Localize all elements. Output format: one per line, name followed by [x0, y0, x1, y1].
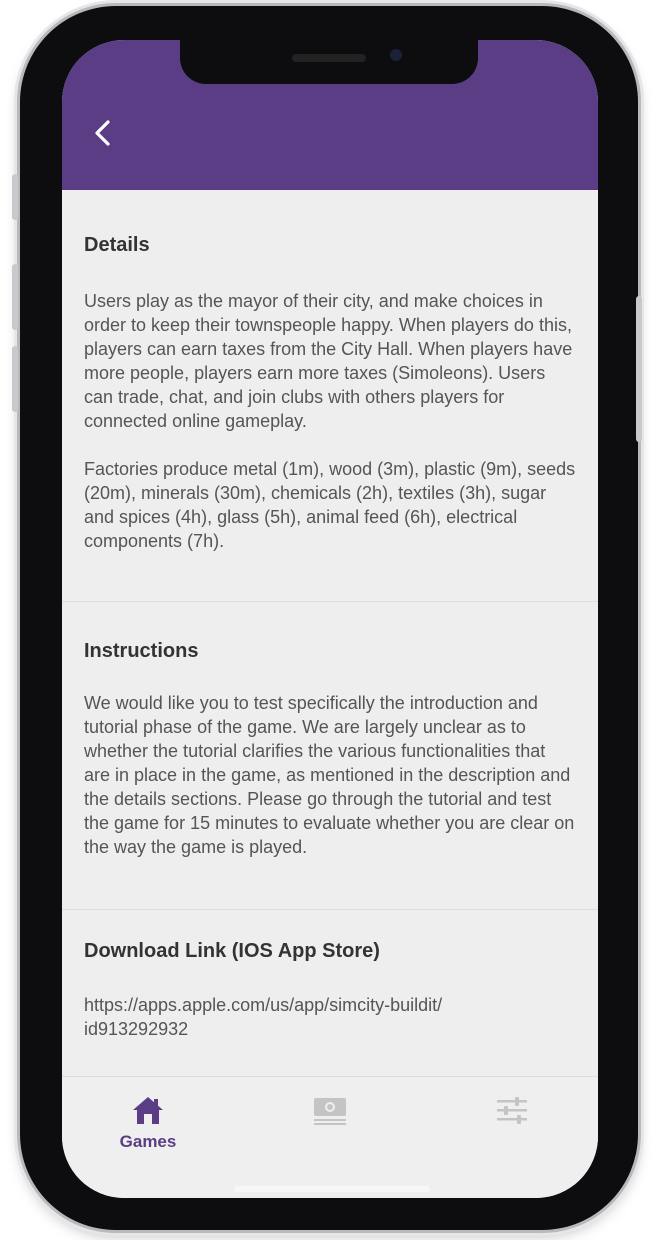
- instructions-section: Instructions We would like you to test s…: [62, 602, 598, 910]
- home-indicator[interactable]: [234, 1186, 430, 1192]
- tab-games[interactable]: Games: [88, 1095, 208, 1155]
- details-paragraph-2: Factories produce metal (1m), wood (3m),…: [84, 459, 576, 551]
- download-link-line-1: https://apps.apple.com/us/app/simcity-bu…: [84, 995, 443, 1015]
- instructions-text: We would like you to test specifically t…: [84, 693, 575, 857]
- home-icon: [133, 1097, 163, 1124]
- chevron-left-icon: [95, 120, 110, 146]
- tab-games-label: Games: [119, 1132, 177, 1151]
- speaker-grille: [292, 54, 366, 62]
- app-header: [62, 40, 598, 190]
- volume-down-button: [12, 346, 18, 412]
- details-paragraph-1: Users play as the mayor of their city, a…: [84, 291, 573, 431]
- bottom-tab-bar: Games: [62, 1076, 598, 1198]
- details-section: Details Users play as the mayor of their…: [62, 196, 598, 602]
- instructions-title: Instructions: [84, 640, 199, 662]
- download-link-line-2: id913292932: [84, 1019, 189, 1039]
- power-button: [636, 296, 642, 442]
- sliders-icon: [497, 1097, 527, 1124]
- tab-earnings[interactable]: [270, 1095, 390, 1155]
- notch: [180, 40, 478, 84]
- mute-switch: [12, 174, 18, 220]
- front-camera: [390, 49, 402, 61]
- back-button[interactable]: [88, 118, 118, 148]
- download-link[interactable]: https://apps.apple.com/us/app/simcity-bu…: [84, 993, 576, 1041]
- tab-settings[interactable]: [452, 1095, 572, 1155]
- download-title: Download Link (IOS App Store): [84, 940, 380, 962]
- game-detail-content[interactable]: Details Users play as the mayor of their…: [62, 196, 598, 1076]
- app-screen: Details Users play as the mayor of their…: [62, 40, 598, 1198]
- download-section: Download Link (IOS App Store) https://ap…: [62, 910, 598, 1076]
- details-title: Details: [84, 234, 150, 256]
- money-icon: [314, 1098, 346, 1125]
- volume-up-button: [12, 264, 18, 330]
